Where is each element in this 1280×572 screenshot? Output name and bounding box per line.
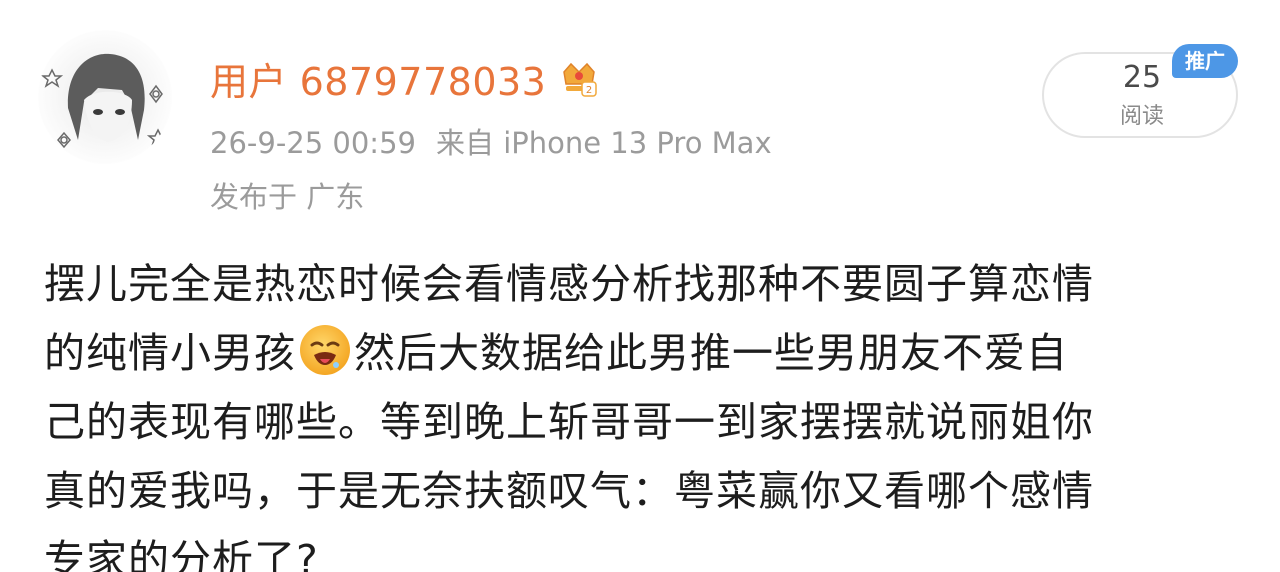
avatar-image-icon <box>38 30 172 164</box>
read-label: 阅读 <box>1119 104 1164 129</box>
drooling-face-emoji-icon <box>300 325 350 375</box>
post-body: 摆儿完全是热恋时候会看情感分析找那种不要圆子算恋情 的纯情小男孩 然后大数据给此… <box>44 250 1244 572</box>
post-body-line: 专家的分析了? <box>44 536 319 572</box>
post-body-line: 己的表现有哪些。等到晚上斩哥哥一到家摆摆就说丽姐你 <box>44 398 1094 446</box>
post-body-line: 摆儿完全是热恋时候会看情感分析找那种不要圆子算恋情 <box>44 260 1094 308</box>
post-body-line: 真的爱我吗，于是无奈扶额叹气：粤菜赢你又看哪个感情 <box>44 467 1094 515</box>
post-source: 来自 iPhone 13 Pro Max <box>435 126 772 160</box>
post-location: 发布于 广东 <box>210 180 365 214</box>
weibo-post: 用户 6879778033 2 26-9-25 00:59 来自 iPhone 1… <box>0 0 1280 572</box>
post-body-text: 的纯情小男孩 <box>44 329 296 377</box>
author-row: 用户 6879778033 2 <box>210 52 600 104</box>
crown-badge-icon[interactable]: 2 <box>558 56 600 100</box>
post-timestamp: 26-9-25 00:59 <box>210 126 416 160</box>
promo-tag[interactable]: 推广 <box>1172 44 1238 78</box>
post-body-line: 的纯情小男孩 然后大数据给此男推一些男朋友不爱自 <box>44 319 1244 388</box>
avatar[interactable] <box>38 30 172 164</box>
post-meta: 26-9-25 00:59 来自 iPhone 13 Pro Max <box>210 120 772 162</box>
post-body-text: 然后大数据给此男推一些男朋友不爱自 <box>354 329 1068 377</box>
author-name[interactable]: 用户 6879778033 <box>210 51 546 106</box>
svg-text:2: 2 <box>586 85 592 96</box>
